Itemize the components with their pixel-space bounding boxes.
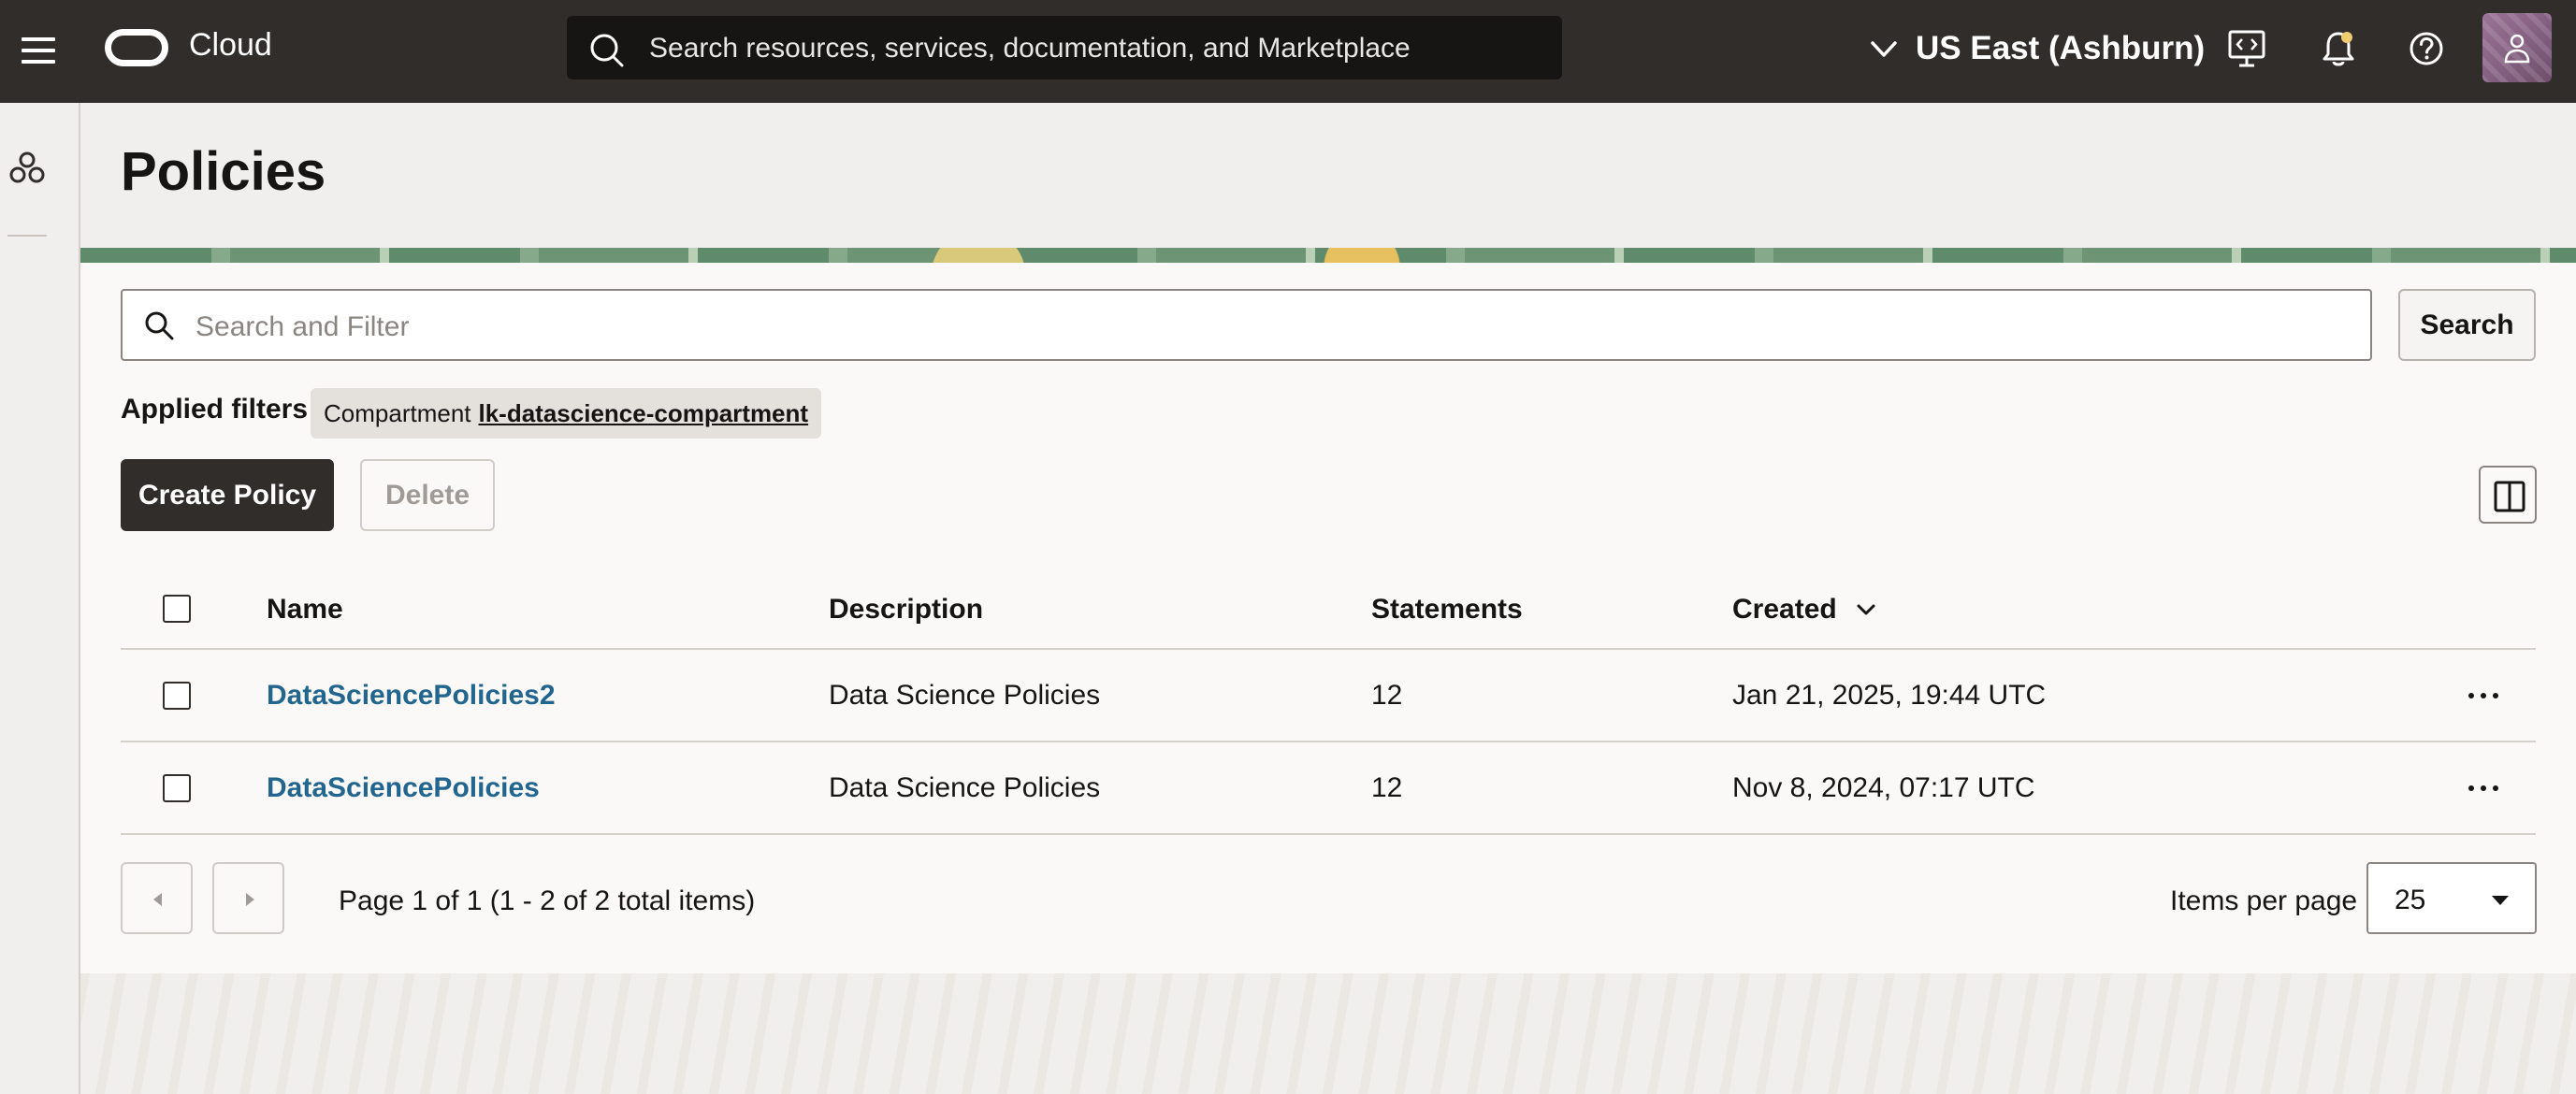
applied-filters-label: Applied filters: [121, 394, 309, 425]
top-header: Cloud Search resources, services, docume…: [0, 0, 2576, 103]
table-row: DataSciencePolicies Data Science Policie…: [121, 742, 2536, 835]
previous-page-button[interactable]: [121, 862, 193, 934]
left-rail: [0, 103, 80, 1094]
rail-divider: [7, 235, 47, 237]
page-title: Policies: [121, 141, 326, 202]
region-label: US East (Ashburn): [1916, 30, 2206, 66]
pagination-summary: Page 1 of 1 (1 - 2 of 2 total items): [339, 885, 756, 916]
table-header: Name Description Statements Created: [121, 572, 2536, 650]
filter-chip: Compartment lk-datascience-compartment: [311, 388, 822, 439]
caret-down-icon: [2492, 896, 2509, 905]
notification-dot: [2341, 32, 2352, 43]
column-header-name[interactable]: Name: [267, 594, 343, 626]
column-header-statements[interactable]: Statements: [1371, 594, 1523, 626]
decorative-background: [80, 973, 2576, 1094]
policies-table: Name Description Statements Created Data…: [121, 572, 2536, 835]
region-selector[interactable]: US East (Ashburn): [1867, 21, 2205, 77]
user-icon: [2504, 34, 2530, 64]
policy-name-link[interactable]: DataSciencePolicies2: [267, 680, 556, 712]
menu-icon[interactable]: [19, 31, 58, 70]
column-header-created[interactable]: Created: [1732, 594, 1837, 626]
items-per-page-label: Items per page: [2170, 885, 2358, 916]
table-row: DataSciencePolicies2 Data Science Polici…: [121, 650, 2536, 742]
chevron-down-icon: [1871, 41, 1897, 57]
filter-chip-key: Compartment: [324, 398, 471, 427]
policy-description: Data Science Policies: [829, 772, 1101, 803]
resources-icon[interactable]: [7, 150, 47, 189]
policy-statements: 12: [1371, 772, 1403, 803]
help-icon[interactable]: [2404, 26, 2449, 71]
search-filter-placeholder: Search and Filter: [195, 311, 410, 342]
policy-statements: 12: [1371, 680, 1403, 711]
bell-icon[interactable]: [2316, 26, 2361, 71]
decorative-banner: [80, 248, 2576, 263]
row-checkbox[interactable]: [163, 774, 191, 802]
developer-tools-icon[interactable]: [2224, 26, 2269, 71]
policy-created: Nov 8, 2024, 07:17 UTC: [1732, 772, 2035, 803]
row-actions-icon[interactable]: [2459, 769, 2508, 806]
delete-button: Delete: [360, 459, 495, 531]
row-checkbox[interactable]: [163, 682, 191, 710]
brand-name[interactable]: Cloud: [189, 27, 272, 64]
search-filter-input[interactable]: Search and Filter: [121, 289, 2372, 361]
split-panel-icon: [2494, 481, 2525, 512]
select-all-checkbox[interactable]: [163, 595, 191, 623]
search-icon: [145, 311, 174, 340]
create-policy-button[interactable]: Create Policy: [121, 459, 334, 531]
oracle-logo[interactable]: [105, 29, 168, 66]
items-per-page-select[interactable]: 25: [2366, 862, 2537, 934]
policy-created: Jan 21, 2025, 19:44 UTC: [1732, 680, 2047, 711]
next-page-button[interactable]: [212, 862, 284, 934]
toggle-panel-button[interactable]: [2479, 466, 2537, 524]
items-per-page-value: 25: [2395, 885, 2426, 915]
global-search-placeholder: Search resources, services, documentatio…: [649, 33, 1411, 64]
policy-name-link[interactable]: DataSciencePolicies: [267, 772, 540, 804]
column-header-description[interactable]: Description: [829, 594, 983, 626]
caret-left-icon: [153, 893, 162, 906]
policy-description: Data Science Policies: [829, 680, 1101, 711]
filter-chip-value-link[interactable]: lk-datascience-compartment: [479, 399, 809, 428]
user-avatar[interactable]: [2482, 13, 2552, 82]
global-search-input[interactable]: Search resources, services, documentatio…: [567, 16, 1562, 79]
caret-right-icon: [246, 893, 254, 906]
search-button[interactable]: Search: [2398, 289, 2536, 361]
row-actions-icon[interactable]: [2459, 676, 2508, 713]
search-icon: [590, 34, 624, 67]
chevron-down-icon[interactable]: [1851, 595, 1881, 625]
